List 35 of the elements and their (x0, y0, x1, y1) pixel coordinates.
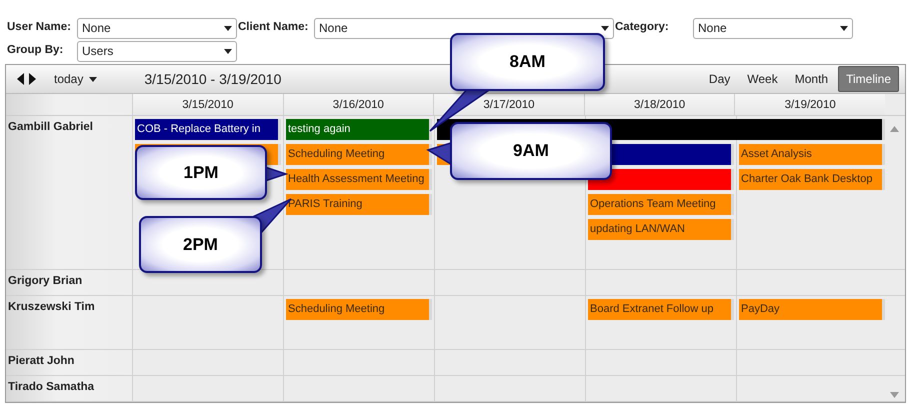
date-range: 3/15/2010 - 3/19/2010 (144, 70, 282, 88)
event-bar[interactable]: updating LAN/WAN (588, 219, 734, 240)
event-bar[interactable]: Health Assessment Meeting (286, 169, 432, 190)
event-bar[interactable]: Board Extranet Follow up (588, 299, 734, 320)
date-header: 3/16/2010 (282, 94, 434, 115)
event-bar[interactable]: Asset Analysis (739, 144, 885, 165)
event-bar[interactable]: Operations Team Meeting (588, 194, 734, 215)
today-dropdown[interactable]: today (47, 67, 104, 91)
next-icon[interactable] (28, 73, 37, 85)
event-bar[interactable]: COB - Replace Battery in (135, 119, 281, 140)
event-bar[interactable]: PayDay (739, 299, 885, 320)
previous-icon[interactable] (16, 73, 25, 85)
event-bar[interactable]: Scheduling Meeting (286, 299, 432, 320)
time-tooltip: 8AM (450, 33, 605, 91)
dropdown-field[interactable]: None (693, 18, 853, 38)
time-tooltip: 2PM (139, 216, 262, 273)
time-tooltip: 9AM (450, 122, 612, 180)
time-tooltip: 1PM (135, 145, 267, 200)
filter-label: Client Name: (237, 20, 310, 36)
filter-label: User Name: (6, 20, 72, 36)
event-bar[interactable]: Charter Oak Bank Desktop (739, 169, 885, 190)
event-bar[interactable]: testing again (286, 119, 432, 140)
view-tab[interactable]: Day (702, 66, 738, 92)
filter-label: Group By: (6, 43, 64, 58)
event-bar[interactable]: Scheduling Meeting (286, 144, 432, 165)
view-tab[interactable]: Timeline (838, 66, 899, 92)
dropdown-field[interactable]: None (77, 18, 237, 38)
date-header: 3/15/2010 (132, 94, 283, 115)
event-bar[interactable]: PARIS Training (286, 194, 432, 215)
dropdown-field[interactable]: Users (77, 40, 237, 62)
date-header: 3/19/2010 (734, 94, 885, 115)
view-tab[interactable]: Week (740, 66, 785, 92)
view-tab[interactable]: Month (788, 66, 836, 92)
date-header: 3/18/2010 (584, 94, 734, 115)
filter-label: Category: (614, 20, 670, 36)
